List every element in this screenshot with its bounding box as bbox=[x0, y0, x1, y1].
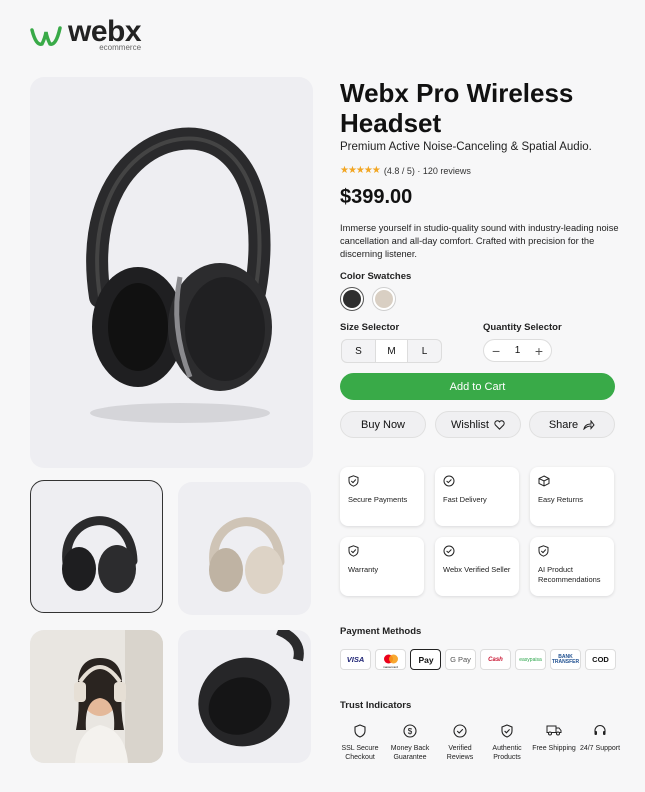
product-rating[interactable]: ★★★★★ (4.8 / 5) · 120 reviews bbox=[340, 165, 471, 176]
star-rating-icon: ★★★★★ bbox=[340, 165, 381, 176]
earcup-closeup-image bbox=[198, 630, 304, 747]
buy-now-button[interactable]: Buy Now bbox=[340, 411, 426, 438]
feature-card-ai-recommendations: AI Product Recommendations bbox=[530, 537, 614, 596]
share-label: Share bbox=[548, 418, 579, 431]
headphones-beige-image bbox=[209, 517, 285, 594]
logo-mark-icon bbox=[30, 26, 62, 46]
headset-icon bbox=[577, 724, 623, 742]
thumbnail-beige[interactable] bbox=[178, 482, 311, 615]
thumbnail-earcup[interactable] bbox=[178, 630, 311, 763]
check-circle-icon bbox=[443, 475, 511, 487]
trust-support: 24/7 Support bbox=[577, 724, 623, 753]
feature-label: Warranty bbox=[348, 565, 379, 574]
product-title: Webx Pro Wireless Headset bbox=[340, 78, 574, 138]
thumbnail-lifestyle[interactable] bbox=[30, 630, 163, 763]
quantity-selector-label: Quantity Selector bbox=[483, 322, 562, 333]
cash-logo: Cash bbox=[480, 649, 511, 670]
check-circle-icon bbox=[443, 545, 511, 557]
product-main-image[interactable] bbox=[30, 77, 313, 468]
size-selector-label: Size Selector bbox=[340, 322, 400, 333]
brand-logo[interactable]: webx ecommerce bbox=[30, 15, 142, 52]
headphones-black-image bbox=[62, 516, 138, 593]
feature-card-secure-payments: Secure Payments bbox=[340, 467, 424, 526]
feature-label: Easy Returns bbox=[538, 495, 584, 504]
trust-free-shipping: Free Shipping bbox=[531, 724, 577, 753]
feature-label: Fast Delivery bbox=[443, 495, 487, 504]
visa-logo: VISA bbox=[340, 649, 371, 670]
shield-check-icon bbox=[484, 724, 530, 742]
add-to-cart-button[interactable]: Add to Cart bbox=[340, 373, 615, 400]
size-option-m[interactable]: M bbox=[375, 340, 408, 362]
color-swatches bbox=[340, 287, 396, 311]
rating-text: (4.8 / 5) · 120 reviews bbox=[383, 165, 471, 176]
logo-word: webx bbox=[68, 15, 142, 48]
woman-wearing-headphones-image bbox=[30, 630, 163, 763]
trust-indicators-label: Trust Indicators bbox=[340, 700, 412, 711]
apple-pay-logo: Pay bbox=[410, 649, 441, 670]
box-icon bbox=[538, 475, 606, 487]
feature-card-warranty: Warranty bbox=[340, 537, 424, 596]
mastercard-logo: mastercard bbox=[375, 649, 406, 670]
size-option-s[interactable]: S bbox=[342, 340, 375, 362]
truck-icon bbox=[531, 724, 577, 742]
swatch-beige[interactable] bbox=[372, 287, 396, 311]
size-selector: S M L bbox=[341, 339, 442, 363]
feature-card-verified-seller: Webx Verified Seller bbox=[435, 537, 519, 596]
feature-label: Webx Verified Seller bbox=[443, 565, 511, 574]
trust-ssl-checkout: SSL Secure Checkout bbox=[337, 724, 383, 762]
wishlist-button[interactable]: Wishlist bbox=[435, 411, 521, 438]
easypaisa-logo: easypaisa bbox=[515, 649, 546, 670]
share-arrow-icon bbox=[583, 419, 595, 430]
quantity-value[interactable]: 1 bbox=[515, 345, 521, 356]
payment-methods-row: VISA mastercard Pay G Pay Cash easypaisa… bbox=[340, 649, 616, 670]
feature-label: Secure Payments bbox=[348, 495, 408, 504]
color-swatches-label: Color Swatches bbox=[340, 271, 412, 282]
google-pay-logo: G Pay bbox=[445, 649, 476, 670]
wishlist-label: Wishlist bbox=[451, 418, 489, 431]
feature-card-easy-returns: Easy Returns bbox=[530, 467, 614, 526]
bank-transfer-logo: BANK TRANSFER bbox=[550, 649, 581, 670]
thumbnail-black[interactable] bbox=[30, 480, 163, 613]
cod-logo: COD bbox=[585, 649, 616, 670]
quantity-stepper: − 1 + bbox=[483, 339, 552, 362]
trust-authentic-products: Authentic Products bbox=[484, 724, 530, 762]
product-price: $399.00 bbox=[340, 186, 413, 208]
shield-check-icon bbox=[538, 545, 606, 557]
headphones-image bbox=[86, 127, 272, 423]
swatch-black[interactable] bbox=[340, 287, 364, 311]
heart-icon bbox=[494, 419, 505, 430]
buy-now-label: Buy Now bbox=[360, 418, 406, 431]
svg-text:$: $ bbox=[408, 727, 413, 736]
product-description: Immerse yourself in studio-quality sound… bbox=[340, 223, 619, 259]
check-circle-icon bbox=[437, 724, 483, 742]
shield-icon bbox=[337, 724, 383, 742]
shield-check-icon bbox=[348, 545, 416, 557]
decrement-button[interactable]: − bbox=[492, 343, 500, 359]
size-option-l[interactable]: L bbox=[408, 340, 441, 362]
trust-money-back: $ Money Back Guarantee bbox=[387, 724, 433, 762]
increment-button[interactable]: + bbox=[535, 343, 543, 359]
feature-card-fast-delivery: Fast Delivery bbox=[435, 467, 519, 526]
payment-methods-label: Payment Methods bbox=[340, 626, 422, 637]
feature-label: AI Product Recommendations bbox=[538, 565, 601, 584]
shield-check-icon bbox=[348, 475, 416, 487]
share-button[interactable]: Share bbox=[529, 411, 615, 438]
dollar-badge-icon: $ bbox=[387, 724, 433, 742]
trust-verified-reviews: Verified Reviews bbox=[437, 724, 483, 762]
product-subtitle: Premium Active Noise-Canceling & Spatial… bbox=[340, 141, 592, 153]
